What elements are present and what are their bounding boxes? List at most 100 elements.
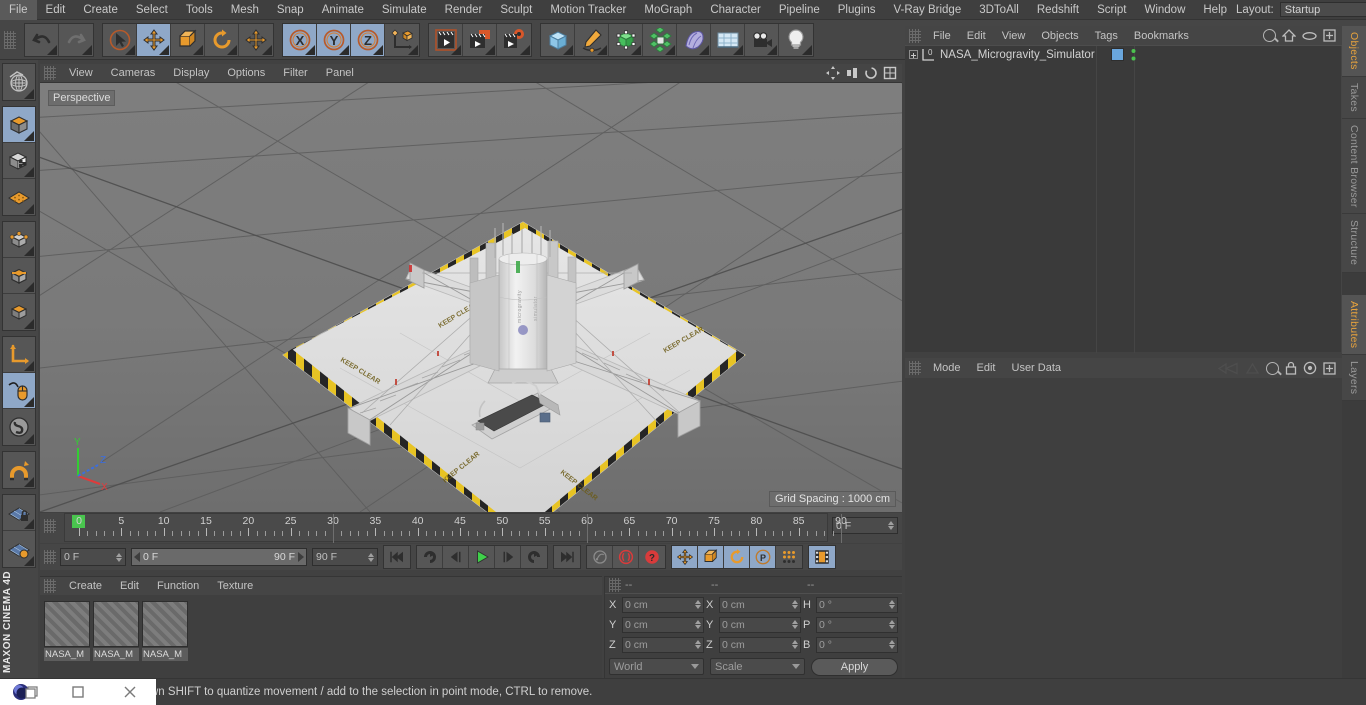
menu-mograph[interactable]: MoGraph	[635, 0, 701, 20]
timeline-ruler[interactable]: 051015202530354045505560657075808590	[64, 513, 847, 543]
object-menu-view[interactable]: View	[994, 30, 1034, 42]
menu-script[interactable]: Script	[1088, 0, 1135, 20]
go-to-end-button[interactable]	[554, 546, 580, 568]
ellipse-icon[interactable]	[1302, 31, 1317, 41]
autokeying-button[interactable]	[587, 546, 613, 568]
step-forward-button[interactable]	[495, 546, 521, 568]
timeline-grip[interactable]	[44, 519, 56, 533]
plus-box-icon[interactable]	[1323, 29, 1336, 42]
object-menu-bookmarks[interactable]: Bookmarks	[1126, 30, 1197, 42]
step-back-button[interactable]	[443, 546, 469, 568]
next-keyframe-button[interactable]	[521, 546, 547, 568]
add-cube-primitive-button[interactable]	[541, 23, 575, 56]
object-menu-objects[interactable]: Objects	[1033, 30, 1086, 42]
scale-tool-button[interactable]	[171, 23, 205, 56]
render-settings-button[interactable]	[497, 23, 531, 56]
attribute-menu-user-data[interactable]: User Data	[1004, 362, 1070, 374]
pan-icon[interactable]	[826, 66, 840, 80]
menu-sculpt[interactable]: Sculpt	[491, 0, 541, 20]
material-grip[interactable]	[44, 579, 56, 593]
record-active-objects-button[interactable]	[613, 546, 639, 568]
rotate-tool-button[interactable]	[205, 23, 239, 56]
right-tab-structure[interactable]: Structure	[1342, 214, 1366, 273]
redo-button[interactable]	[59, 23, 93, 56]
material-thumbnail[interactable]	[44, 601, 90, 647]
viewport-menu-filter[interactable]: Filter	[274, 67, 316, 79]
right-tab-objects[interactable]: Objects	[1342, 26, 1366, 77]
magnet-tool-button[interactable]	[3, 452, 35, 488]
right-tab-takes[interactable]: Takes	[1342, 76, 1366, 119]
previous-keyframe-button[interactable]	[417, 546, 443, 568]
menu-create[interactable]: Create	[74, 0, 127, 20]
search-icon[interactable]	[1266, 361, 1279, 375]
range-left-arrow-icon[interactable]	[134, 552, 140, 562]
material-menu-texture[interactable]: Texture	[208, 580, 262, 592]
lock-y-axis-button[interactable]: Y	[317, 23, 351, 56]
coord-rotation-field[interactable]: 0 °	[816, 596, 898, 613]
polygons-mode-button[interactable]	[3, 294, 35, 330]
move-alt-button[interactable]	[239, 23, 273, 56]
menu-edit[interactable]: Edit	[37, 0, 75, 20]
viewport-menu-cameras[interactable]: Cameras	[102, 67, 165, 79]
material-item[interactable]: NASA_M	[44, 601, 90, 663]
menu-snap[interactable]: Snap	[268, 0, 313, 20]
start-frame-spinner[interactable]	[116, 552, 122, 562]
material-menu-create[interactable]: Create	[60, 580, 111, 592]
undo-button[interactable]	[25, 23, 59, 56]
object-manager-grip[interactable]	[909, 28, 921, 43]
play-button[interactable]	[469, 546, 495, 568]
coord-rotation-field[interactable]: 0 °	[816, 616, 898, 633]
coord-position-field[interactable]: 0 cm	[622, 596, 704, 613]
enable-axis-modification-button[interactable]	[3, 337, 35, 373]
transform-mode-dropdown[interactable]: Scale	[710, 658, 805, 675]
add-spline-button[interactable]	[575, 23, 609, 56]
add-deformer-button[interactable]	[677, 23, 711, 56]
viewport-menu-display[interactable]: Display	[164, 67, 218, 79]
target-icon[interactable]	[1303, 361, 1317, 375]
restore-window-button[interactable]	[52, 685, 104, 699]
lock-x-axis-button[interactable]: X	[283, 23, 317, 56]
apply-button[interactable]: Apply	[811, 657, 898, 676]
menu-file[interactable]: File	[0, 0, 37, 20]
add-camera-button[interactable]	[745, 23, 779, 56]
menu-plugins[interactable]: Plugins	[829, 0, 885, 20]
world-object-coords-button[interactable]	[385, 23, 419, 56]
menu-simulate[interactable]: Simulate	[373, 0, 436, 20]
right-tab-content-browser[interactable]: Content Browser	[1342, 118, 1366, 215]
rotate-icon[interactable]	[864, 66, 878, 80]
material-thumbnail[interactable]	[142, 601, 188, 647]
coord-position-spinner[interactable]	[695, 620, 701, 629]
scale-key-button[interactable]	[698, 546, 724, 568]
end-frame-field[interactable]: 90 F	[312, 548, 378, 566]
right-tab-attributes[interactable]: Attributes	[1342, 294, 1366, 356]
visibility-dots-icon[interactable]	[1130, 48, 1137, 62]
uv-mode-button[interactable]	[3, 179, 35, 215]
make-editable-button[interactable]	[3, 64, 35, 100]
add-scene-environment-button[interactable]	[711, 23, 745, 56]
rotation-key-button[interactable]	[724, 546, 750, 568]
transport-grip[interactable]	[44, 550, 56, 564]
menu-mesh[interactable]: Mesh	[222, 0, 268, 20]
object-menu-file[interactable]: File	[925, 30, 959, 42]
material-menu-function[interactable]: Function	[148, 580, 208, 592]
keyframe-selection-button[interactable]: ?	[639, 546, 665, 568]
position-key-button[interactable]	[672, 546, 698, 568]
menu-v-ray-bridge[interactable]: V-Ray Bridge	[884, 0, 970, 20]
object-tree[interactable]: 0 NASA_Microgravity_Simulator	[905, 45, 1342, 353]
menu-animate[interactable]: Animate	[313, 0, 373, 20]
viewport-grip[interactable]	[44, 66, 56, 80]
start-frame-field[interactable]: 0 F	[60, 548, 126, 566]
coord-rotation-spinner[interactable]	[889, 600, 895, 609]
viewport-solo-mouse-button[interactable]	[3, 373, 35, 409]
coord-position-field[interactable]: 0 cm	[622, 616, 704, 633]
attribute-body[interactable]	[905, 378, 1342, 705]
menu-window[interactable]: Window	[1135, 0, 1194, 20]
workplane-mode-button[interactable]	[3, 531, 35, 567]
viewport-menu-options[interactable]: Options	[218, 67, 274, 79]
current-frame-spinner[interactable]	[888, 521, 894, 530]
layout-dropdown[interactable]: Startup	[1279, 2, 1366, 17]
object-menu-edit[interactable]: Edit	[959, 30, 994, 42]
menu-redshift[interactable]: Redshift	[1028, 0, 1088, 20]
search-icon[interactable]	[1263, 29, 1276, 42]
preview-range-slider[interactable]: 0 F 90 F	[131, 548, 307, 566]
